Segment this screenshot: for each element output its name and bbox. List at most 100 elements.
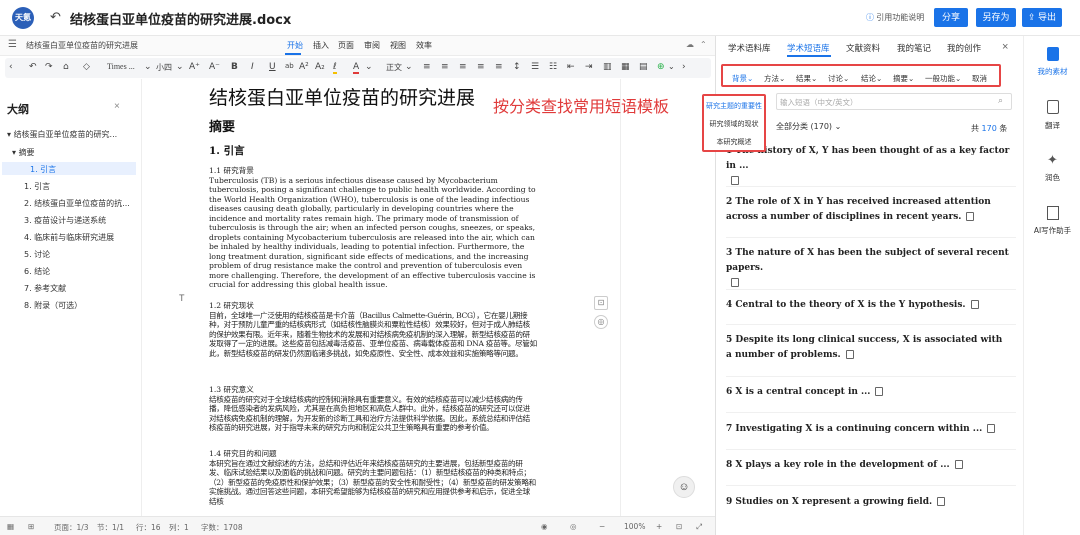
tab-corpus[interactable]: 学术语料库 — [728, 42, 771, 54]
outline-item[interactable]: ▾ 结核蛋白亚单位疫苗的研究... — [7, 129, 117, 140]
save-as-button[interactable]: 另存为 — [976, 8, 1016, 27]
phrase-item[interactable]: 3 The nature of X has been the subject o… — [726, 246, 1011, 291]
strikethrough-icon[interactable]: ab — [285, 62, 294, 70]
category-general[interactable]: 一般功能⌄ — [925, 73, 961, 84]
tab-literature[interactable]: 文献资料 — [846, 42, 880, 54]
zoom-level[interactable]: 100% — [624, 522, 645, 531]
copy-icon[interactable] — [875, 387, 884, 396]
columns-icon[interactable]: ▥ — [603, 62, 612, 72]
tab-page[interactable]: 页面 — [338, 40, 354, 51]
category-filter-select[interactable]: 全部分类 (170) ⌄ — [776, 121, 841, 135]
category-background[interactable]: 背景⌄ — [732, 73, 753, 84]
tab-notes[interactable]: 我的笔记 — [897, 42, 931, 54]
category-discussion[interactable]: 讨论⌄ — [828, 73, 849, 84]
cancel-button[interactable]: 取消 — [972, 73, 987, 84]
eye-icon[interactable]: ◎ — [570, 522, 577, 531]
ai-assistant-icon[interactable]: ☺ — [673, 476, 695, 498]
undo-back-icon[interactable]: ↶ — [50, 9, 61, 25]
chevron-down-icon[interactable]: ⌄ — [144, 62, 152, 72]
phrase-item[interactable]: 7 Investigating X is a continuing concer… — [726, 422, 1011, 437]
tab-review[interactable]: 审阅 — [364, 40, 380, 51]
superscript-icon[interactable]: A² — [299, 62, 309, 72]
copy-icon[interactable] — [970, 300, 979, 309]
line-spacing-icon[interactable]: ↕ — [513, 62, 521, 72]
copy-icon[interactable] — [731, 278, 739, 287]
align-left-icon[interactable]: ≡ — [423, 62, 431, 72]
phrase-item[interactable]: 9 Studies on X represent a growing field… — [726, 495, 1011, 510]
layout-icon[interactable]: ▦ — [7, 522, 14, 531]
undo-icon[interactable]: ↶ — [29, 62, 37, 72]
zoom-out-icon[interactable]: − — [599, 522, 605, 531]
polish-icon[interactable]: ✦ — [1024, 153, 1080, 168]
tab-insert[interactable]: 插入 — [313, 40, 329, 51]
collapse-icon[interactable]: ⌃ — [700, 40, 707, 49]
document-page[interactable]: 结核蛋白亚单位疫苗的研究进展 摘要 1. 引言 1.1 研究背景 Tubercu… — [141, 79, 621, 516]
citation-help-link[interactable]: ⓘ 引用功能说明 — [866, 12, 924, 23]
category-abstract[interactable]: 摘要⌄ — [893, 73, 914, 84]
font-family-select[interactable]: Times ... — [107, 62, 135, 71]
chevron-down-icon[interactable]: ⌄ — [405, 62, 413, 72]
phrase-item[interactable]: 4 Central to the theory of X is the Y hy… — [726, 298, 1011, 313]
category-conclusion[interactable]: 结论⌄ — [861, 73, 882, 84]
outline-item[interactable]: 2. 结核蛋白亚单位疫苗的抗... — [24, 198, 130, 209]
number-list-icon[interactable]: ☷ — [549, 62, 557, 72]
align-center-icon[interactable]: ≡ — [441, 62, 449, 72]
rail-polish[interactable]: 润色 — [1024, 172, 1080, 183]
rail-my-materials[interactable]: 我的素材 — [1024, 66, 1080, 77]
phrase-item[interactable]: 5 Despite its long clinical success, X i… — [726, 333, 1011, 363]
outline-item[interactable]: 4. 临床前与临床研究进展 — [24, 232, 114, 243]
dropdown-item[interactable]: 本研究概述 — [704, 137, 764, 147]
ai-writing-icon[interactable] — [1047, 206, 1059, 220]
word-count-icon[interactable]: ⊞ — [28, 522, 34, 531]
clear-format-icon[interactable]: ◇ — [83, 62, 90, 72]
font-color-icon[interactable]: A — [353, 62, 360, 74]
phrase-item[interactable]: 2 The role of X in Y has received increa… — [726, 195, 1011, 225]
shrink-font-icon[interactable]: A⁻ — [209, 62, 220, 72]
toolbar-more-icon[interactable]: ‹ — [9, 62, 13, 72]
assist-icon[interactable]: ◎ — [594, 315, 608, 329]
subscript-icon[interactable]: A₂ — [315, 62, 325, 72]
border-icon[interactable]: ▦ — [621, 62, 630, 72]
toolbar-next-icon[interactable]: › — [682, 62, 686, 72]
tab-efficiency[interactable]: 效率 — [416, 40, 432, 51]
rail-ai-writing[interactable]: AI写作助手 — [1024, 225, 1080, 236]
chevron-down-icon[interactable]: ⌄ — [668, 62, 675, 71]
bold-icon[interactable]: B — [231, 62, 238, 72]
dropdown-item[interactable]: 研究主题的重要性 — [704, 101, 764, 111]
outline-item[interactable]: 3. 疫苗设计与递送系统 — [24, 215, 106, 226]
shading-icon[interactable]: ▤ — [639, 62, 648, 72]
chevron-down-icon[interactable]: ⌄ — [365, 62, 373, 72]
align-right-icon[interactable]: ≡ — [459, 62, 467, 72]
copy-icon[interactable] — [954, 460, 963, 469]
fit-page-icon[interactable]: ⊡ — [676, 522, 682, 531]
phrase-item[interactable]: 8 X plays a key role in the development … — [726, 458, 1011, 473]
copy-icon[interactable] — [937, 497, 946, 506]
copy-icon[interactable] — [845, 350, 854, 359]
style-select[interactable]: 正文 — [386, 62, 402, 73]
comment-icon[interactable]: ⊡ — [594, 296, 608, 310]
tab-view[interactable]: 视图 — [390, 40, 406, 51]
phrase-item[interactable]: 1 The history of X, Y has been thought o… — [726, 144, 1011, 189]
underline-icon[interactable]: U — [269, 62, 276, 72]
insert-plus-icon[interactable]: ⊕ — [657, 62, 665, 72]
format-painter-icon[interactable]: ⌂ — [63, 62, 69, 72]
rail-translate[interactable]: 翻译 — [1024, 120, 1080, 131]
distributed-icon[interactable]: ≡ — [495, 62, 503, 72]
highlight-icon[interactable]: ℓ — [333, 62, 337, 74]
dropdown-item[interactable]: 研究领域的现状 — [704, 119, 764, 129]
tab-creations[interactable]: 我的创作 — [947, 42, 981, 54]
copy-icon[interactable] — [966, 212, 975, 221]
tab-start[interactable]: 开始 — [287, 40, 303, 51]
cloud-icon[interactable]: ☁ — [686, 40, 694, 49]
outline-item[interactable]: 5. 讨论 — [24, 249, 50, 260]
font-size-select[interactable]: 小四 — [156, 62, 172, 73]
outdent-icon[interactable]: ⇤ — [567, 62, 575, 72]
tab-phrase-library[interactable]: 学术短语库 — [787, 42, 830, 54]
outline-item-active[interactable]: 1. 引言 — [30, 164, 56, 175]
copy-icon[interactable] — [987, 424, 996, 433]
redo-icon[interactable]: ↷ — [45, 62, 53, 72]
menu-icon[interactable]: ☰ — [8, 39, 17, 50]
outline-item[interactable]: 1. 引言 — [24, 181, 50, 192]
chevron-down-icon[interactable]: ⌄ — [176, 62, 184, 72]
close-icon[interactable]: × — [1002, 41, 1008, 53]
